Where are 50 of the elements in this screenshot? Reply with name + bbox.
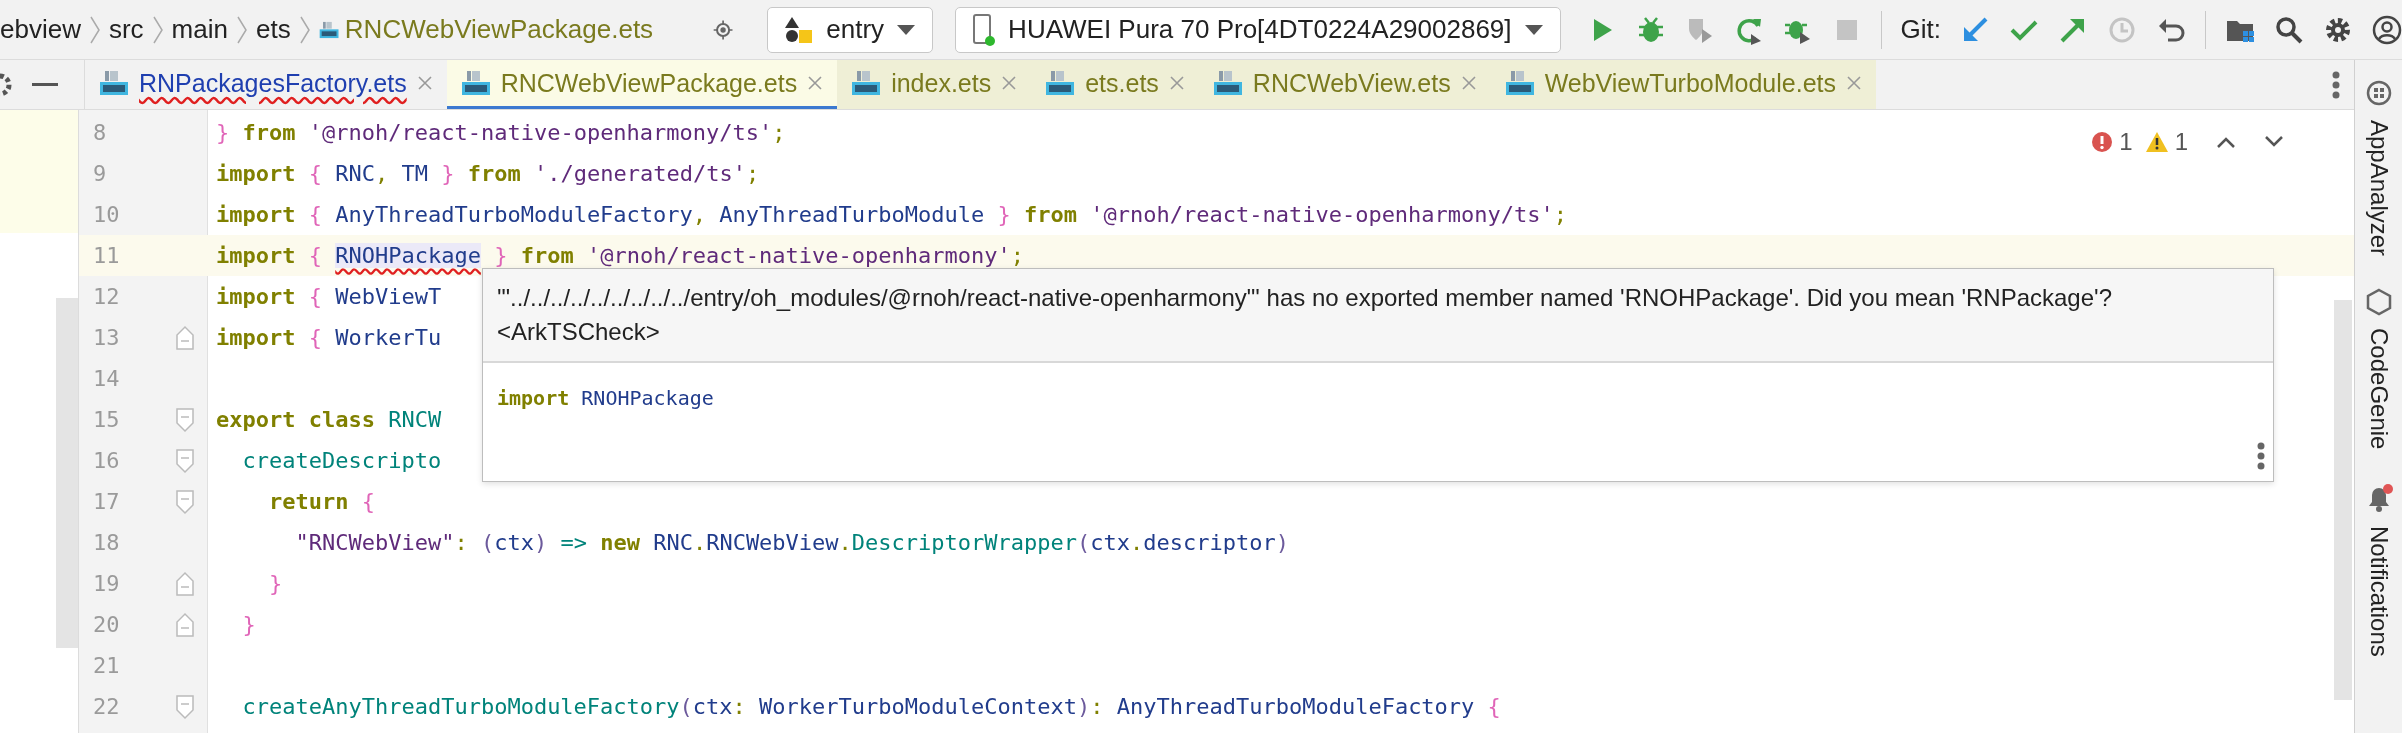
editor-tab[interactable]: ets.ets — [1031, 60, 1199, 109]
editor-tab[interactable]: RNCWebView.ets — [1198, 60, 1491, 109]
line-number: 12 — [92, 283, 121, 311]
warning-count: 1 — [2174, 128, 2188, 156]
tool-window-button[interactable]: AppAnalyzer — [2364, 116, 2393, 261]
line-number: 8 — [92, 119, 108, 147]
code-line: import { RNC, TM } from './generated/ts'; — [216, 161, 760, 186]
code-line: } — [267, 571, 283, 596]
breadcrumb-item[interactable]: src — [108, 14, 144, 45]
line-number: 19 — [92, 570, 121, 598]
line-number: 13 — [92, 324, 121, 352]
line-number: 11 — [92, 242, 121, 270]
git-label: Git: — [1900, 14, 1941, 45]
breadcrumb-item[interactable]: ets — [255, 14, 291, 45]
code-line: import { AnyThreadTurboModuleFactory, AnyThreadTurboModule } from '@rnoh/react-native-openharmony/ts'; — [216, 202, 1568, 227]
code-line: import { WorkerTu — [216, 325, 442, 350]
line-number: 17 — [92, 488, 121, 516]
error-message: '"../../../../../../../../../entry/oh_modules/@rnoh/react-native-openharmony"' has no exported member named 'RNOHPackage'. Did you mean 'RNPackage'? — [497, 283, 2113, 313]
line-number: 22 — [92, 693, 121, 721]
code-line: import { RNOHPackage } from '@rnoh/react-native-openharmony'; — [216, 243, 1024, 268]
breadcrumb-item[interactable]: main — [171, 14, 228, 45]
code-line: export class RNCW — [216, 407, 442, 432]
device-dropdown[interactable]: HUAWEI Pura 70 Pro[4DT0224A29002869] — [955, 6, 1561, 53]
quick-fix-link[interactable]: import RNOHPackage — [497, 386, 714, 410]
line-number: 20 — [92, 611, 121, 639]
code-line: import { WebViewT — [216, 284, 442, 309]
code-line: "RNCWebView": (ctx) => new RNC.RNCWebView.DescriptorWrapper(ctx.descriptor) — [294, 530, 1289, 555]
line-number: 16 — [92, 447, 121, 475]
run-config-dropdown[interactable]: entry — [767, 6, 934, 53]
line-number: 10 — [92, 201, 121, 229]
error-source: <ArkTSCheck> — [497, 317, 661, 347]
line-number: 14 — [92, 365, 121, 393]
error-count: 1 — [2119, 128, 2133, 156]
line-number: 18 — [92, 529, 121, 557]
editor-tab[interactable]: WebViewTurboModule.ets — [1490, 60, 1876, 109]
editor-tab[interactable]: RNCWebViewPackage.ets — [446, 60, 838, 109]
line-number: 9 — [92, 160, 108, 188]
tool-window-button[interactable]: CodeGenie — [2364, 324, 2393, 454]
breadcrumb-file[interactable]: RNCWebViewPackage.ets — [344, 14, 654, 45]
editor-tab[interactable]: RNPackagesFactory.ets — [85, 60, 447, 109]
code-line: createDescripto — [241, 448, 442, 473]
line-number: 21 — [92, 652, 121, 680]
editor-tab[interactable]: index.ets — [837, 60, 1032, 109]
code-line: createAnyThreadTurboModuleFactory(ctx: WorkerTurboModuleContext): AnyThreadTurboModuleFactory { — [241, 694, 1501, 719]
breadcrumb-item[interactable]: ebview — [0, 14, 81, 45]
code-line: } from '@rnoh/react-native-openharmony/ts'; — [216, 120, 786, 145]
code-line: } — [241, 612, 256, 637]
line-number: 15 — [92, 406, 121, 434]
tool-window-button[interactable]: Notifications — [2364, 521, 2393, 661]
code-line: return { — [267, 489, 375, 514]
